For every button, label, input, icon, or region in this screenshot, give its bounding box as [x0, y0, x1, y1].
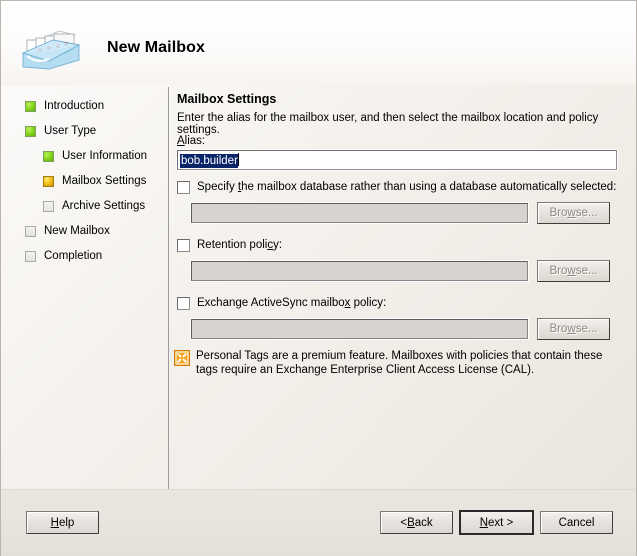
alias-label-mnemonic: A — [177, 135, 185, 147]
activesync-policy-input[interactable] — [191, 319, 528, 339]
panel-title: Mailbox Settings — [177, 92, 277, 106]
text-caret — [237, 153, 239, 166]
activesync-policy-checkbox[interactable] — [177, 297, 190, 310]
step-status-icon — [25, 225, 36, 237]
browse-mailbox-database-button[interactable]: Bro w se... — [537, 202, 610, 224]
new-mailbox-wizard: New Mailbox Introduction User Type User … — [0, 0, 637, 556]
alias-input-value: bob.builder — [180, 154, 238, 168]
browse-label-pre: Bro — [549, 265, 568, 277]
sidebar-item-completion[interactable]: Completion — [1, 247, 102, 265]
sidebar-item-user-information[interactable]: User Information — [1, 147, 147, 165]
sidebar-item-label: Completion — [44, 250, 103, 262]
sidebar-item-new-mailbox[interactable]: New Mailbox — [1, 222, 110, 240]
browse-label-mnemonic: w — [567, 265, 576, 277]
browse-label-pre: Bro — [549, 323, 568, 335]
panel-description: Enter the alias for the mailbox user, an… — [177, 112, 599, 136]
retention-policy-input[interactable] — [191, 261, 528, 281]
retention-policy-checkbox[interactable] — [177, 239, 190, 252]
back-label-pre: < — [400, 516, 408, 529]
premium-tag-icon — [174, 350, 190, 366]
browse-label-mnemonic: w — [567, 323, 576, 335]
help-button[interactable]: Help — [26, 511, 99, 534]
next-button[interactable]: Next > — [459, 510, 534, 535]
back-button[interactable]: < Back — [380, 511, 453, 534]
alias-input[interactable]: bob.builder — [177, 150, 617, 170]
label-post: y: — [273, 239, 283, 251]
mailbox-database-input[interactable] — [191, 203, 528, 223]
browse-label-post: se... — [575, 207, 598, 219]
page-title: New Mailbox — [107, 39, 206, 56]
back-label-post: ack — [414, 516, 433, 529]
sidebar-item-label: Archive Settings — [62, 200, 146, 212]
wizard-footer: Help < Back Next > Cancel — [1, 489, 636, 556]
help-label-mnemonic: H — [50, 516, 59, 529]
label-pre: Specify — [197, 181, 238, 193]
step-status-icon — [25, 100, 36, 112]
mailbox-tray-icon — [19, 23, 83, 73]
step-status-icon — [43, 150, 54, 162]
browse-retention-policy-button[interactable]: Bro w se... — [537, 260, 610, 282]
activesync-policy-label: Exchange ActiveSync mailbox policy: — [197, 297, 386, 310]
specify-mailbox-database-label: Specify the mailbox database rather than… — [197, 181, 616, 194]
browse-label-post: se... — [575, 265, 598, 277]
sidebar-item-label: New Mailbox — [44, 225, 110, 237]
step-status-icon — [43, 200, 54, 212]
step-status-icon — [25, 125, 36, 137]
cancel-button[interactable]: Cancel — [540, 511, 613, 534]
sidebar-item-label: Introduction — [44, 100, 105, 112]
sidebar-item-mailbox-settings[interactable]: Mailbox Settings — [1, 172, 146, 190]
browse-activesync-policy-button[interactable]: Bro w se... — [537, 318, 610, 340]
retention-policy-label: Retention policy: — [197, 239, 282, 252]
wizard-header: New Mailbox — [1, 1, 636, 85]
wizard-step-list: Introduction User Type User Information … — [1, 85, 168, 489]
mailbox-settings-panel: Mailbox Settings Enter the alias for the… — [169, 85, 636, 489]
browse-label-mnemonic: w — [567, 207, 576, 219]
premium-feature-notice: Personal Tags are a premium feature. Mai… — [196, 350, 603, 376]
cancel-label: Cancel — [558, 516, 595, 529]
sidebar-item-archive-settings[interactable]: Archive Settings — [1, 197, 145, 215]
alias-label: Alias: — [177, 135, 205, 147]
browse-label-pre: Bro — [549, 207, 568, 219]
help-label-post: elp — [58, 516, 75, 529]
retention-policy-checkbox-row[interactable]: Retention policy: — [177, 239, 282, 252]
back-label-mnemonic: B — [407, 516, 415, 529]
label-pre: Exchange ActiveSync mailbo — [197, 297, 345, 309]
step-status-icon — [25, 250, 36, 262]
sidebar-item-introduction[interactable]: Introduction — [1, 97, 104, 115]
sidebar-item-user-type[interactable]: User Type — [1, 122, 96, 140]
browse-label-post: se... — [575, 323, 598, 335]
label-post: he mailbox database rather than using a … — [241, 181, 617, 193]
sidebar-item-label: Mailbox Settings — [62, 175, 147, 187]
next-label-post: ext > — [488, 516, 514, 529]
specify-mailbox-database-checkbox-row[interactable]: Specify the mailbox database rather than… — [177, 181, 616, 194]
alias-label-text: lias: — [184, 135, 206, 147]
specify-mailbox-database-checkbox[interactable] — [177, 181, 190, 194]
next-label-mnemonic: N — [479, 516, 489, 529]
label-post: policy: — [350, 297, 387, 309]
step-status-icon — [43, 175, 54, 187]
activesync-policy-checkbox-row[interactable]: Exchange ActiveSync mailbox policy: — [177, 297, 386, 310]
sidebar-item-label: User Type — [44, 125, 97, 137]
label-pre: Retention poli — [197, 239, 268, 251]
sidebar-item-label: User Information — [62, 150, 148, 162]
